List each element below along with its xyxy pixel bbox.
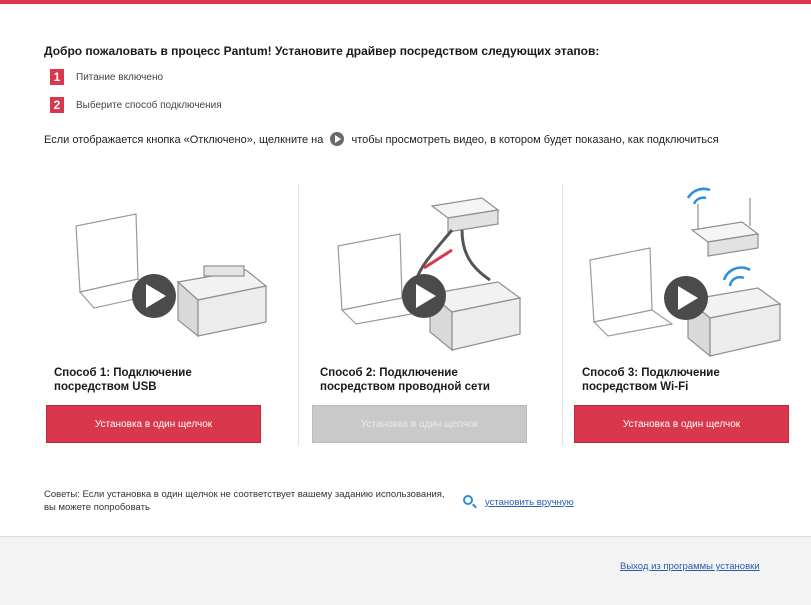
column-divider xyxy=(562,184,563,446)
router-icon xyxy=(430,197,500,233)
step-number: 2 xyxy=(50,97,64,113)
search-icon xyxy=(463,495,477,509)
manual-install-link[interactable]: установить вручную xyxy=(485,497,574,508)
one-click-install-wired-button[interactable]: Установка в один щелчок xyxy=(312,405,527,443)
step-label: Питание включено xyxy=(76,71,164,83)
wifi-connection-illustration xyxy=(589,187,782,358)
usb-connection-illustration xyxy=(75,213,268,338)
step-2: 2 Выберите способ подключения xyxy=(50,96,222,114)
option-title: Способ 2: Подключение посредством провод… xyxy=(320,367,490,393)
connection-option-usb: Способ 1: Подключение посредством USB Ус… xyxy=(46,184,271,446)
tip-text: Советы: Если установка в один щелчок не … xyxy=(44,489,445,513)
video-hint-text-before: Если отображается кнопка «Отключено», ще… xyxy=(44,134,324,146)
cable-icon xyxy=(414,229,491,282)
one-click-install-usb-button[interactable]: Установка в один щелчок xyxy=(46,405,261,443)
column-divider xyxy=(298,184,299,446)
router-icon xyxy=(690,198,760,257)
connection-option-wifi: Способ 3: Подключение посредством Wi-Fi … xyxy=(574,184,799,446)
connection-option-wired: Способ 2: Подключение посредством провод… xyxy=(312,184,537,446)
step-label: Выберите способ подключения xyxy=(76,99,222,111)
manual-install-help[interactable]: установить вручную xyxy=(463,495,574,509)
play-icon xyxy=(330,132,345,146)
option-title: Способ 3: Подключение посредством Wi-Fi xyxy=(582,367,720,393)
exit-installer-link[interactable]: Выход из программы установки xyxy=(620,561,760,572)
laptop-icon xyxy=(589,247,674,337)
video-play-icon[interactable] xyxy=(132,274,176,318)
option-title: Способ 1: Подключение посредством USB xyxy=(54,367,192,393)
step-number: 1 xyxy=(50,69,64,85)
video-play-icon[interactable] xyxy=(402,274,446,318)
page-title: Добро пожаловать в процесс Pantum! Устан… xyxy=(44,44,600,58)
video-hint-text-after: чтобы просмотреть видео, в котором будет… xyxy=(351,134,719,146)
installer-window: Добро пожаловать в процесс Pantum! Устан… xyxy=(0,0,811,605)
wired-connection-illustration xyxy=(337,197,522,352)
step-1: 1 Питание включено xyxy=(50,68,163,86)
video-hint: Если отображается кнопка «Отключено», ще… xyxy=(44,132,789,147)
video-play-icon[interactable] xyxy=(664,276,708,320)
one-click-install-wifi-button[interactable]: Установка в один щелчок xyxy=(574,405,789,443)
printer-icon xyxy=(176,265,268,338)
